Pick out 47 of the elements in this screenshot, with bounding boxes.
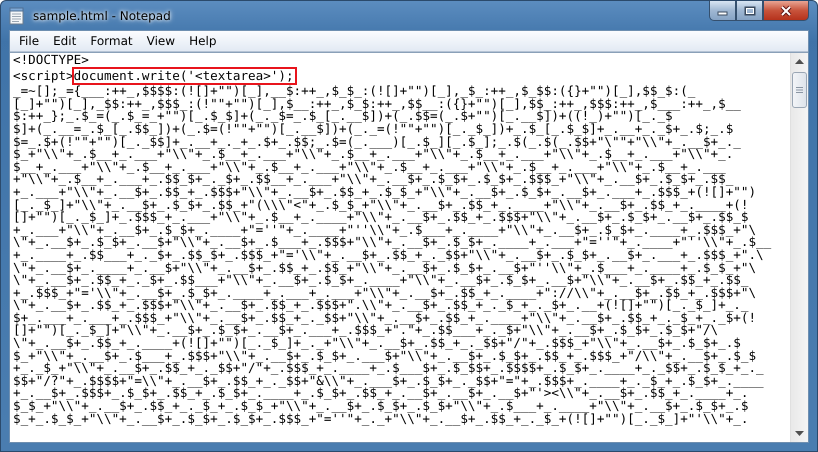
code-line: []+"")[_._$_]+"\\"+_.__$+_.$_$+_.__$+_.___+_.$$$_+"."+_.$$___+_._$+"\\"+_.__$+_.$_$+_.$_$+"/\ [13,324,718,338]
menu-item[interactable]: Format [83,34,140,48]
code-line: \"+_.__$+_.$$_+_._$+_.$$___+"\\"+_.__$+_.$_$+_.____+"\\"+_.__$+_.$_$+_.__$+"\\"+_.__$+_.$$_+_.$$_ [13,274,748,287]
code-line: \"+_.__$+_.$_$+_.__$+"\\"+_.__$+_.$___+_.$$$+"\\"+_.__$+_.$_$+_.____+_.___+"=''"+_.____+"''\\"+_.$__ [13,236,772,249]
text-editor[interactable] [10,52,808,442]
code-line: $__+_.___+"\\"+_.$__+_.___+"\\"+_.$__+_.___+"\\"+_.$__+_.___+"\\"+_.$__+_.___+"\\"+_.$__+_.___ [13,160,726,174]
scroll-thumb[interactable] [792,72,807,108]
code-line: +_.____+_.$$___+_._$+_.$$_$+_.$$$_+"='\\"+_.__$+_.$$_+_._$$+"\\"+_.__$+_.$_$+_.__$+_.___+_.$$$_+".\ [13,248,764,262]
code-line: [_._$_]+"\\"+_.__$+_.$_$+_.$$_+"(\\\"<"+_.$_$_+"\\"+_.__$+_.$$_+_.____+"\\"+_.__$+_.$$_+_.____+(! [13,198,748,212]
menu-item[interactable]: File [12,34,46,48]
code-line: $+_.___+_.___+_.$$$_+"\\"+_.__$+_.$$_+_._$$+"\\"+_.__$+_.$$_+_.____+"\\"+_.__$+_.$$_+_._$_+_._$+(! [13,312,756,324]
highlighted-code: document.write('<textarea>'); [72,66,297,86]
code-line: <!DOCTYPE> [13,54,89,67]
scroll-up-icon[interactable] [795,59,804,64]
code-line: $_$_+"\\"+_.__$+_.$$_+_._$_+_.$_$_+"\\"+_.__$+_.$_$+_.$_$+"\\"+_.$___+_.____+"\\"+_.__$+_.$_$+_.$ [13,400,748,413]
code-line: $]+(_.__=_.$_[_.$$_])+(_.$=(!""+"")[_.__$])+(_._=(!""+"")[_._$_])+_.$_[_.$_$]+_.__+_._$+_.$;_.$ [13,122,734,136]
notepad-icon [9,6,25,24]
code-line: \"+_.__$+_.____+_.__$+"\\"+_.__$+_.$$_+_.$$_+"\\"+_.__$+_.$_$+_.__$+"''\\"+_.$___+_.____+_.$_$_+"\ [13,262,756,274]
code-line: $=_.$+(!""+"")[_._$$]+_.__+_._+_.$+_.$$;_.$=(_.___)[_.$_][_.$_];_.$(_.$(_.$$+"\""+"\\"+_.__$+_._ [13,136,741,148]
code-line: $:++_};_.$_=(_.$_=_+"")[_.$_$]+(_._$=_.$_[_.__$])+(_.$$=(_.$+"")[_.__$])+((!_)+"")[_._$ [13,110,673,123]
code-line: +_.___+"\\"+_.__$+_.$$_+_.$$$+"\\"+_.__$+_.$$_+_.$_$_+"\\"+_.__$+_.$_$+_.__$+_.___+_.$$$_+(![]+"") [13,186,756,199]
menu-item[interactable]: Help [182,34,224,48]
code-line: +_.$$$_+"='\\"+_.__$+_.$_$+_.____+_.___+_.___+"\\"+_.__$+_.$$_+_.____+"://\\"+_.__$+_.$$_+_.$$$+"\ [13,286,756,300]
code-line: +_.__$+_.$$$+_.$_$+_.$$_+_.$_$+_.____+_.$_$+_.$$_+_.__$+_.__$+_.__$+"'><\\"+_.__$+_.$$_+_.____+_. [13,387,748,400]
code-line: \"+_.__$+_.$$_+_.$$$+"\\"+_.__$+_.$$_+_.$$$+".\\"+_.__$+_.$$_+_._$_+_._$+_.__+(![]+"")[_._$_]+_._ [13,299,748,312]
code-line: $_+"\\"+_.$__+_.___+"\\"+_.$__+_.___+"\\"+_.$__+_.___+"\\"+_.$__+_.___+"\\"+_.$__+_.___+"\\"+_. [13,148,734,161]
code-line: +"\\"+_.$__+_.___+_.$$_$+_._$+_.$$__+_.___+"\\"+_.__$+_.$_$+_.$_$+_.$$$_+"\\"+_.__$+_.$_$+_.$$_ [13,173,734,186]
code-line: _=~[];_={___:++_,$$$$:(![]+"")[_],__$:++_,$_$_:(![]+"")[_],_$_:++_,$_$$:({}+"")[_],$$_$:(_ [13,85,696,98]
code-line: +_.___+"\\"+_.__$+_.$_$+_.____+"=''"+_.____+"''\\"+_.$___+_.____+"\\"+_.__$+_.$_$+_.____+_.$$$_+"\ [13,224,756,236]
window-title: sample.html - Notepad [33,8,171,22]
maximize-button[interactable] [736,1,763,21]
code-line: []+"")[_._$_]+_.$$$_+_.___+"\\"+_.$__+_.____+"\\"+_.__$+_.$$_+_.$$$+"\\"+_.__$+_.$_$+_.__$+_.$$_$ [13,211,748,224]
scroll-down-icon[interactable] [795,431,804,436]
close-button[interactable] [763,1,809,21]
code-line: $_+"\\"+_.__$+_.$___+_.$$$+"\\"+_.__$+_.$_$+_.___$+"\\"+_.__$+_.$_$+_.$$_+_.$$$_+"/\\"+_.__$+_.$_$ [13,350,756,362]
code-line: $$+"/?"+_.$$$$+"=\\"+_.__$+_.$$_+_._$$+"&\\"+_.___$+_.$_$+_._$$+"="+_.$$$+_.____+_._$_+_.$_$+_.____ [13,374,764,388]
menu-item[interactable]: Edit [46,34,84,48]
code-line: +_._$_+"\\"+_.__$+_.$$_+_._$$+"/"+_.$$$_+_.____+_.$___$+_.$_$$+_.$$$$+_.$_$+_.____+_._$$+_.$_$_+_._ [13,362,764,375]
code-line: $_+_.$_$_+"\\"+_.__$+_.$_$+_.$_$+_.$$$_+"=''"+_._+"\\"+_.__$+_.$$_+_._$_+(![]+"")[_._$_]+"'\\"+_. [13,412,748,426]
minimize-button[interactable] [709,1,736,21]
menu-item[interactable]: View [140,34,182,48]
close-icon [779,4,793,16]
code-line: \"+_.__$+_.$$_+_.____+(![]+"")[_._$_]+_._+"\\"+_.__$+_.$$_+_._$$+"/"+_.$$$_+"\\"+_.__$+_.$_$+_.$ [13,337,741,350]
code-text: <script> [13,68,74,83]
code-line: [_]+"")[_],_$$:++_,$$$_:(!""+"")[_],$__:++_,$_$:++_,$$__:({}+"")[_],$$_:++_,$$$:++_,$___:++_,$__ [13,98,741,110]
maximize-icon [744,6,756,16]
vertical-scrollbar[interactable] [790,53,808,442]
